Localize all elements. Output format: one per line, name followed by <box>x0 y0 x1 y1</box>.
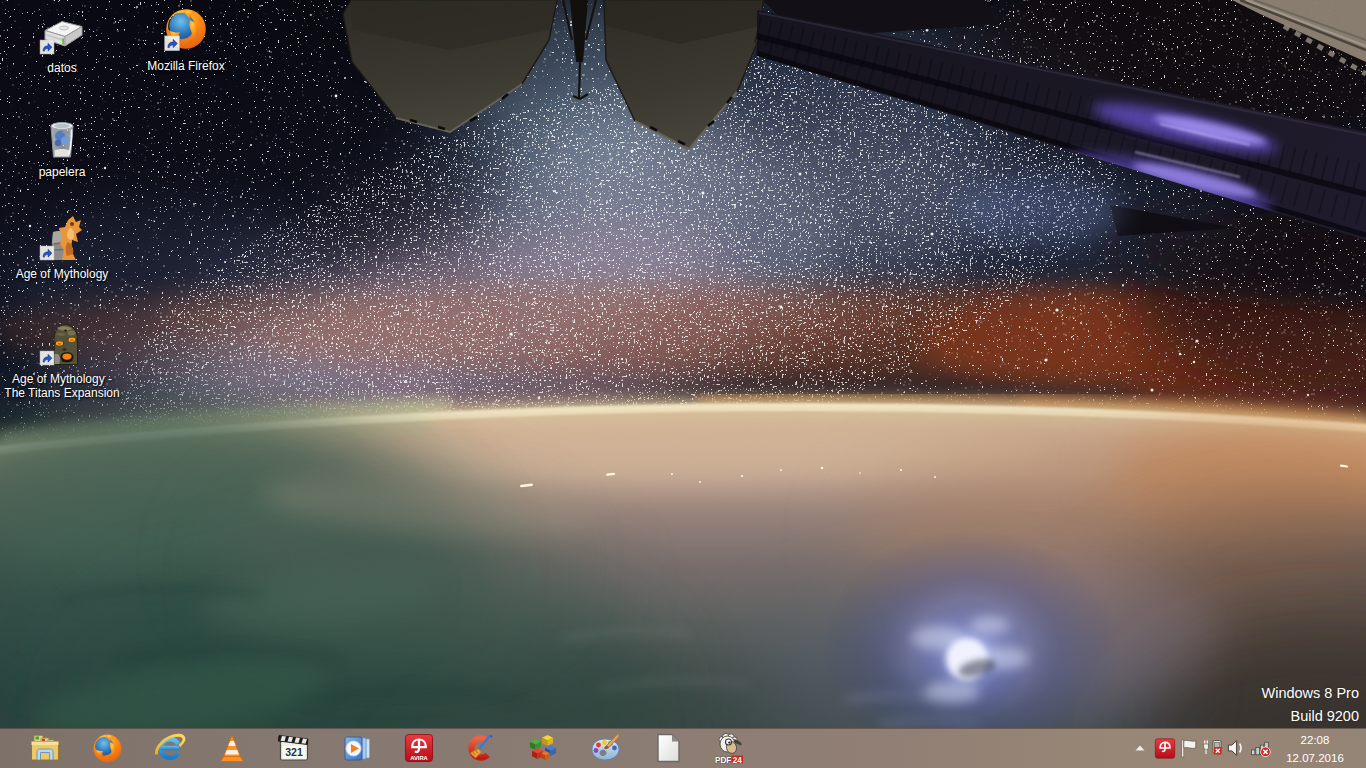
svg-text:PDF: PDF <box>715 756 731 765</box>
svg-text:321: 321 <box>286 746 304 758</box>
svg-text:AVIRA: AVIRA <box>410 755 428 761</box>
svg-text:24: 24 <box>733 756 743 765</box>
